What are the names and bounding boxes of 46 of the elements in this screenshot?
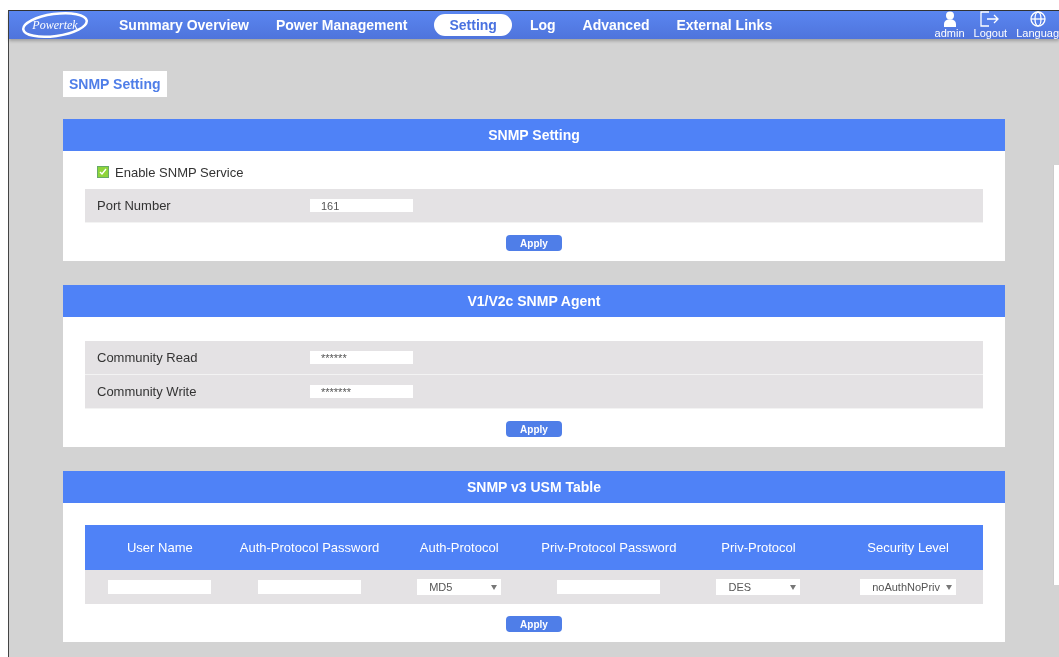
panel-header: V1/V2c SNMP Agent bbox=[63, 285, 1005, 317]
header-link-label: Languag bbox=[1016, 27, 1059, 39]
input-field[interactable]: ******* bbox=[310, 385, 413, 398]
field-label: Community Read bbox=[97, 350, 199, 365]
checkbox-label: Enable SNMP Service bbox=[115, 164, 244, 180]
field-label: Port Number bbox=[97, 198, 172, 213]
column-header: Priv-Protocol bbox=[720, 540, 797, 555]
input-field[interactable] bbox=[108, 580, 212, 594]
input-field[interactable] bbox=[557, 580, 661, 594]
column-header: Priv-Protocol Password bbox=[540, 540, 678, 555]
column-header: Security Level bbox=[866, 540, 950, 555]
nav-tab[interactable]: Log bbox=[529, 14, 556, 36]
column-header: Auth-Protocol bbox=[418, 540, 500, 555]
input-field[interactable]: ****** bbox=[310, 351, 413, 364]
column-header: User Name bbox=[125, 540, 194, 555]
nav-tab[interactable]: Advanced bbox=[582, 14, 650, 36]
panel-header: SNMP v3 USM Table bbox=[63, 471, 1005, 503]
header-link[interactable]: Logout bbox=[973, 11, 1008, 39]
header-link-label: admin bbox=[934, 27, 965, 39]
header-link-label: Logout bbox=[973, 27, 1008, 39]
panel-header: SNMP Setting bbox=[63, 119, 1005, 151]
dropdown-caret-icon bbox=[790, 584, 797, 590]
scrollbar[interactable] bbox=[1053, 165, 1059, 585]
user-icon bbox=[942, 11, 957, 27]
dropdown[interactable]: MD5 bbox=[417, 579, 502, 595]
nav-tab[interactable]: External Links bbox=[676, 14, 773, 36]
field-label: Community Write bbox=[97, 384, 198, 399]
dropdown-caret-icon bbox=[491, 584, 498, 590]
globe-icon bbox=[1029, 11, 1046, 27]
dropdown[interactable]: DES bbox=[716, 579, 801, 595]
apply-button[interactable]: Apply bbox=[506, 235, 562, 251]
checkbox[interactable] bbox=[97, 166, 109, 178]
nav-tab[interactable]: Power Management bbox=[275, 14, 408, 36]
page-title: SNMP Setting bbox=[63, 71, 167, 97]
header-link[interactable]: admin bbox=[934, 11, 965, 39]
nav-tab[interactable]: Summary Overview bbox=[119, 14, 249, 36]
column-header: Auth-Protocol Password bbox=[238, 540, 381, 555]
input-field[interactable]: 161 bbox=[310, 199, 413, 212]
header-link[interactable]: Languag bbox=[1016, 11, 1059, 39]
dropdown-caret-icon bbox=[946, 584, 953, 590]
nav-tab[interactable]: Setting bbox=[434, 14, 512, 36]
logout-icon bbox=[980, 11, 1001, 27]
input-field[interactable] bbox=[258, 580, 361, 594]
apply-button[interactable]: Apply bbox=[506, 421, 562, 437]
dropdown[interactable]: noAuthNoPriv bbox=[860, 579, 957, 595]
apply-button[interactable]: Apply bbox=[506, 616, 562, 632]
